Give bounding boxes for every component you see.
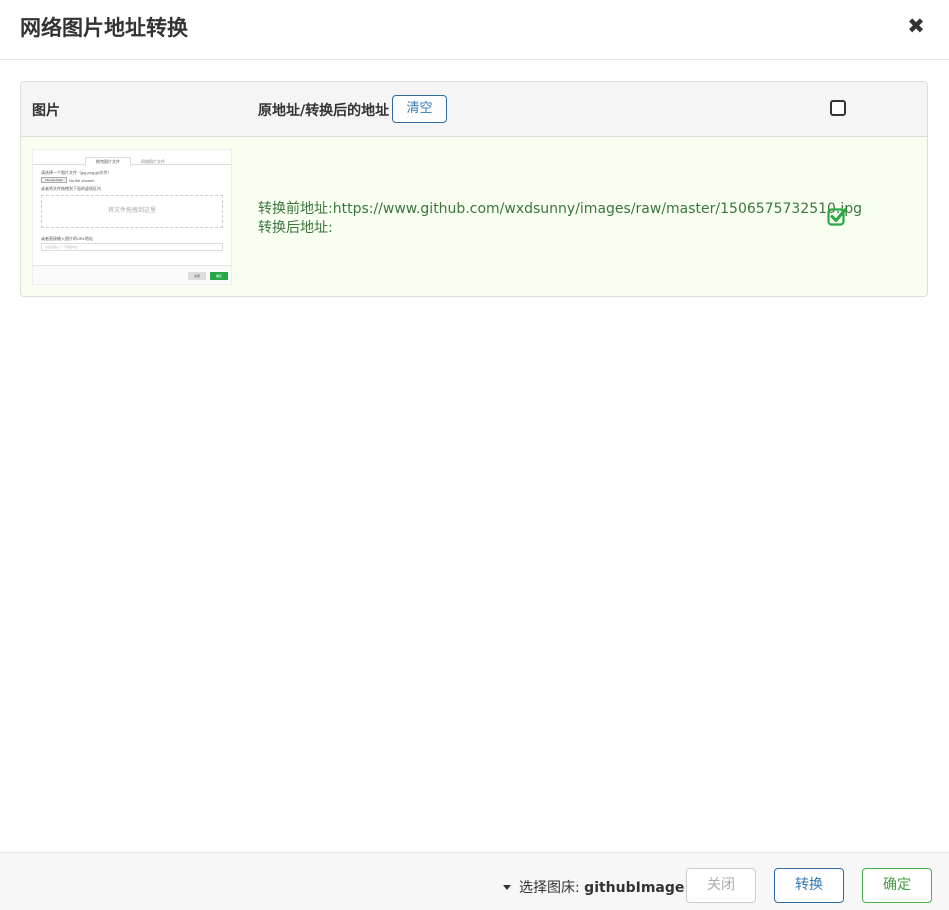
table-header: 图片 原地址/转换后的地址 清空 [21, 82, 927, 137]
image-table: 图片 原地址/转换后的地址 清空 拖曳图片文件 网络图片文件 请选择一个图片文件… [20, 81, 928, 297]
column-header-address: 原地址/转换后的地址 [258, 103, 390, 119]
caret-down-icon [503, 884, 511, 890]
ok-button[interactable]: 确定 [862, 868, 932, 903]
thumbnail-ok-button: 确定 [210, 272, 228, 280]
thumbnail-tab-active: 拖曳图片文件 [85, 157, 131, 166]
table-row: 拖曳图片文件 网络图片文件 请选择一个图片文件（jpg,png,gif文件） C… [21, 137, 927, 296]
address-before-url: https://www.github.com/wxdsunny/images/r… [332, 201, 863, 217]
thumbnail-footer: 关闭 确定 [33, 265, 231, 284]
convert-button[interactable]: 转换 [774, 868, 844, 903]
address-after-label: 转换后地址: [258, 220, 333, 236]
thumbnail-text: 或者将文件拖拽到下面的虚线区内 [41, 186, 101, 191]
thumbnail-choose-button: Choose Files [41, 177, 67, 183]
thumbnail-text: No file chosen [69, 178, 95, 183]
image-store-dropdown[interactable]: 选择图床: githubImage [503, 877, 684, 897]
thumbnail-text: 请选择一个图片文件（jpg,png,gif文件） [41, 170, 112, 175]
address-before-label: 转换前地址: [258, 201, 333, 217]
address-after: 转换后地址: [258, 217, 333, 237]
thumbnail-dropzone: 将文件拖拽到这里 [41, 195, 223, 228]
close-icon[interactable]: ✖ [907, 16, 925, 38]
modal-title: 网络图片地址转换 [20, 16, 188, 40]
store-value: githubImage [584, 880, 685, 896]
image-thumbnail[interactable]: 拖曳图片文件 网络图片文件 请选择一个图片文件（jpg,png,gif文件） C… [32, 149, 232, 285]
thumbnail-tabbar: 拖曳图片文件 网络图片文件 [33, 155, 231, 166]
select-all-checkbox[interactable] [830, 100, 846, 116]
modal-header: 网络图片地址转换 ✖ [0, 0, 949, 60]
clear-button[interactable]: 清空 [392, 95, 447, 123]
thumbnail-tab-other: 网络图片文件 [141, 159, 165, 164]
thumbnail-url-input: 请在此输入一个网络地址 [41, 243, 223, 251]
thumbnail-text: 或者直接输入图片的URL地址: [41, 236, 95, 241]
checkbox-checked-icon[interactable] [827, 206, 847, 226]
store-prefix: 选择图床: [519, 880, 580, 896]
close-button[interactable]: 关闭 [686, 868, 756, 903]
address-before: 转换前地址:https://www.github.com/wxdsunny/im… [258, 198, 862, 218]
modal-footer: 选择图床: githubImage 关闭 转换 确定 [0, 852, 949, 910]
thumbnail-close-button: 关闭 [188, 272, 206, 280]
column-header-image: 图片 [32, 103, 60, 119]
